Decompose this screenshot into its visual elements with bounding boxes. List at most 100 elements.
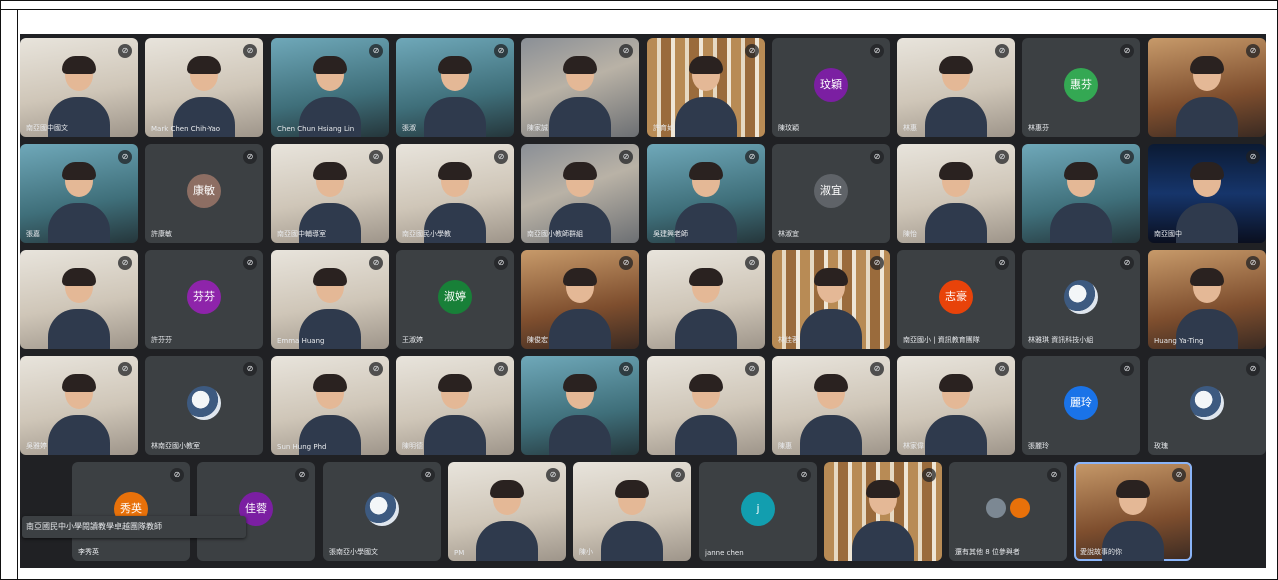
participant-name: 林南亞國小教室 xyxy=(151,442,200,450)
participant-name: 張南亞小學國文 xyxy=(329,548,378,556)
participant-name: Chen Chun Hsiang Lin xyxy=(277,125,355,133)
mic-muted-icon: ⊘ xyxy=(1246,256,1260,270)
participant-avatar: 麗玲 xyxy=(1064,385,1098,420)
participant-name-tooltip: 南亞國民中小學閱讀教學卓越團隊教師 xyxy=(22,516,246,538)
participant-video-feed xyxy=(476,480,538,561)
participant-tile[interactable]: ⊘ Emma Huang xyxy=(271,250,389,349)
mic-muted-icon: ⊘ xyxy=(494,44,508,58)
participant-tile[interactable]: 志豪 ⊘ 南亞國小 | 資訊教育團隊 xyxy=(897,250,1015,349)
participant-avatar: 淑婷 xyxy=(438,279,472,314)
participant-tile[interactable]: 麗玲 ⊘ 張麗玲 xyxy=(1022,356,1140,455)
mic-muted-icon: ⊘ xyxy=(1172,468,1186,482)
participant-tile[interactable]: ⊘ Mark Chen Chih-Yao xyxy=(145,38,263,137)
participant-tile[interactable]: ⊘ 陳惠 xyxy=(772,356,890,455)
participant-name: 許康敏 xyxy=(151,230,172,238)
participant-name: 陳小 xyxy=(579,548,593,556)
mic-muted-icon: ⊘ xyxy=(118,44,132,58)
participant-tile[interactable]: 秀英 ⊘ 李秀英 xyxy=(72,462,190,561)
mic-muted-icon: ⊘ xyxy=(995,256,1009,270)
participant-tile[interactable]: ⊘ 玫瑰 xyxy=(1148,356,1266,455)
participant-tile[interactable]: ⊘ 吳雅婷 xyxy=(20,356,138,455)
participant-name: 陳俊宏 xyxy=(527,336,548,344)
participant-name: 南亞國小教師群組 xyxy=(527,230,583,238)
participant-tile[interactable]: ⊘ 愛說故事的你 xyxy=(1074,462,1192,561)
participant-tile[interactable]: ⊘ 還有其他 8 位參與者 xyxy=(949,462,1067,561)
mic-muted-icon: ⊘ xyxy=(870,150,884,164)
avatar xyxy=(986,497,1006,518)
participant-tile[interactable]: 淑宜 ⊘ 林淑宜 xyxy=(772,144,890,243)
participant-tile[interactable]: ⊘ 南亞國小教師群組 xyxy=(521,144,639,243)
participant-name: 林惠芬 xyxy=(1028,124,1049,132)
participant-tile[interactable]: ⊘ 張嘉 xyxy=(20,144,138,243)
participant-tile[interactable]: 佳蓉 ⊘ xyxy=(197,462,315,561)
participant-name: 南亞國中國文 xyxy=(26,124,68,132)
participant-avatar xyxy=(1190,385,1224,420)
participant-tile[interactable]: ⊘ 林家偉 xyxy=(897,356,1015,455)
participant-tile[interactable]: 淑婷 ⊘ 王淑婷 xyxy=(396,250,514,349)
participant-tile[interactable]: ⊘ xyxy=(647,250,765,349)
participant-video-feed xyxy=(852,480,914,561)
participant-tile[interactable]: ⊘ 吳建興老師 xyxy=(647,144,765,243)
participant-tile[interactable]: ⊘ 南亞國中 xyxy=(1148,144,1266,243)
mic-muted-icon: ⊘ xyxy=(1246,150,1260,164)
participant-tile[interactable]: 惠芬 ⊘ 林惠芬 xyxy=(1022,38,1140,137)
participant-video-feed xyxy=(925,56,987,137)
participant-tile[interactable]: ⊘ Huang Ya-Ting xyxy=(1148,250,1266,349)
participant-tile[interactable]: j ⊘ janne chen xyxy=(699,462,817,561)
mic-muted-icon: ⊘ xyxy=(995,362,1009,376)
participant-avatar: 淑宜 xyxy=(814,173,848,208)
participant-tile[interactable]: ⊘ xyxy=(20,250,138,349)
participant-tile[interactable]: 芬芬 ⊘ 許芬芬 xyxy=(145,250,263,349)
participant-tile[interactable]: ⊘ xyxy=(1022,144,1140,243)
mic-muted-icon: ⊘ xyxy=(243,44,257,58)
participant-video-feed xyxy=(549,56,611,137)
mic-muted-icon: ⊘ xyxy=(745,44,759,58)
mic-muted-icon: ⊘ xyxy=(619,256,633,270)
participant-tile[interactable]: ⊘ 林惠 xyxy=(897,38,1015,137)
participant-name: 陳惠 xyxy=(778,442,792,450)
participant-name: Sun Hung Phd xyxy=(277,443,327,451)
mic-muted-icon: ⊘ xyxy=(295,468,309,482)
mic-muted-icon: ⊘ xyxy=(922,468,936,482)
participant-tile[interactable]: 玟穎 ⊘ 陳玟穎 xyxy=(772,38,890,137)
participant-tile[interactable]: 康敏 ⊘ 許康敏 xyxy=(145,144,263,243)
participant-tile[interactable]: ⊘ 南亞國中國文 xyxy=(20,38,138,137)
participant-tile[interactable]: ⊘ 陳明德 xyxy=(396,356,514,455)
participant-tile[interactable]: ⊘ xyxy=(824,462,942,561)
mic-muted-icon: ⊘ xyxy=(870,256,884,270)
mic-muted-icon: ⊘ xyxy=(995,150,1009,164)
mic-muted-icon: ⊘ xyxy=(619,362,633,376)
participant-tile[interactable]: ⊘ 陳俊宏 xyxy=(521,250,639,349)
participant-video-feed xyxy=(1050,162,1112,243)
participant-name: 陳明德 xyxy=(402,442,423,450)
avatar xyxy=(1010,497,1030,518)
participant-name: Mark Chen Chih-Yao xyxy=(151,125,221,133)
participant-tile[interactable]: ⊘ 陳家誠 xyxy=(521,38,639,137)
participant-tile[interactable]: ⊘ 陳小 xyxy=(573,462,691,561)
mic-muted-icon: ⊘ xyxy=(494,150,508,164)
participant-tile[interactable]: ⊘ 陳怡 xyxy=(897,144,1015,243)
participant-tile[interactable]: ⊘ 張淑 xyxy=(396,38,514,137)
participant-avatar: 芬芬 xyxy=(187,279,221,314)
participant-name: 陳玟穎 xyxy=(778,124,799,132)
participant-name: 吳建興老師 xyxy=(653,230,688,238)
participant-tile[interactable]: ⊘ Sun Hung Phd xyxy=(271,356,389,455)
participant-tile[interactable]: ⊘ Chen Chun Hsiang Lin xyxy=(271,38,389,137)
participant-avatar: 康敏 xyxy=(187,173,221,208)
participant-tile[interactable]: ⊘ 林佳蓉 xyxy=(772,250,890,349)
mic-muted-icon: ⊘ xyxy=(494,362,508,376)
participant-tile[interactable]: ⊘ 林南亞國小教室 xyxy=(145,356,263,455)
participant-tile[interactable]: ⊘ xyxy=(521,356,639,455)
participant-tile[interactable]: ⊘ PM xyxy=(448,462,566,561)
participant-tile[interactable]: ⊘ 林雅琪 資訊科技小組 xyxy=(1022,250,1140,349)
mic-muted-icon: ⊘ xyxy=(870,362,884,376)
participant-name: PM xyxy=(454,549,465,557)
participant-tile[interactable]: ⊘ 南亞國民小學教 xyxy=(396,144,514,243)
participant-name: 王淑婷 xyxy=(402,336,423,344)
participant-tile[interactable]: ⊘ xyxy=(647,356,765,455)
participant-video-feed xyxy=(601,480,663,561)
participant-tile[interactable]: ⊘ xyxy=(1148,38,1266,137)
participant-tile[interactable]: ⊘ 許育如 xyxy=(647,38,765,137)
participant-tile[interactable]: ⊘ 南亞國中輔導室 xyxy=(271,144,389,243)
participant-tile[interactable]: ⊘ 張南亞小學國文 xyxy=(323,462,441,561)
